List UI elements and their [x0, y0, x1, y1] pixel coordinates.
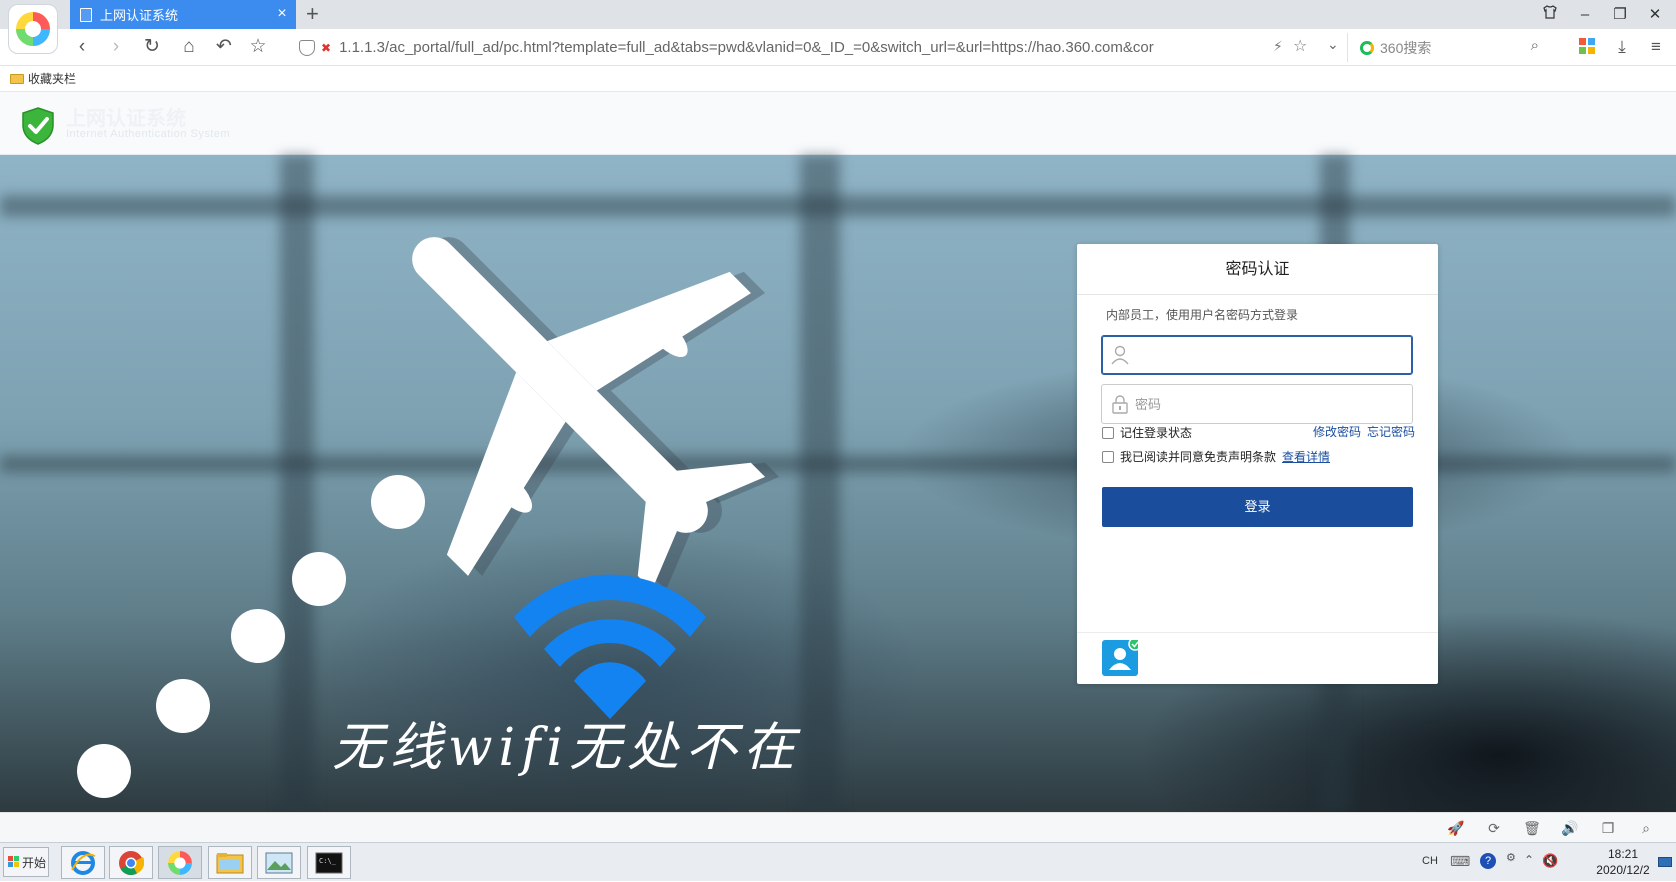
image-viewer-taskbar-icon[interactable]	[257, 846, 301, 879]
taskbar: 开始 C:\_ CH ⌨ ? ⚙ ⌃ 🔇 18:21 2020/12/2	[0, 842, 1676, 881]
remember-label: 记住登录状态	[1120, 426, 1193, 440]
dot-2	[292, 552, 346, 606]
show-desktop-icon[interactable]	[1658, 857, 1672, 867]
chrome-taskbar-icon[interactable]	[109, 846, 153, 879]
svg-text:C:\_: C:\_	[319, 857, 337, 865]
start-label: 开始	[22, 855, 47, 870]
start-button[interactable]: 开始	[3, 847, 49, 877]
cmd-taskbar-icon[interactable]: C:\_	[307, 846, 351, 879]
card-description: 内部员工，使用用户名密码方式登录	[1106, 308, 1299, 322]
refresh-icon[interactable]: ↻	[140, 35, 164, 59]
forward-icon[interactable]: ›	[104, 35, 128, 59]
forgot-password-link[interactable]: 忘记密码	[1367, 423, 1415, 440]
clock-date: 2020/12/2	[1596, 863, 1650, 877]
accelerate-icon[interactable]: ⟳	[1485, 819, 1503, 837]
dot-4	[156, 679, 210, 733]
tab-title: 上网认证系统	[100, 8, 179, 23]
tab-auth-system[interactable]: 上网认证系统 ×	[70, 0, 296, 29]
new-tab-icon[interactable]: +	[306, 2, 319, 26]
lightning-icon[interactable]: ⚡	[1273, 38, 1283, 55]
360-search-icon	[1360, 40, 1374, 55]
keyboard-icon[interactable]: ⌨	[1450, 853, 1470, 870]
trash-icon[interactable]: 🗑	[1523, 819, 1541, 837]
browser-logo-icon[interactable]	[8, 4, 58, 54]
apps-grid-icon[interactable]	[1578, 37, 1596, 55]
volume-icon[interactable]: 🔊	[1561, 819, 1579, 837]
tab-bar: 上网认证系统 × + – ❐ ✕	[0, 0, 1676, 54]
360-browser-taskbar-icon[interactable]	[158, 846, 202, 879]
clock[interactable]: 18:21 2020/12/2	[1580, 846, 1666, 878]
remember-checkbox[interactable]	[1102, 426, 1114, 439]
username-field[interactable]	[1101, 335, 1413, 375]
card-divider	[1077, 632, 1438, 633]
zoom-search-icon[interactable]: ⌕	[1637, 819, 1655, 837]
agree-checkbox[interactable]	[1102, 450, 1114, 463]
agree-label: 我已阅读并同意免责声明条款	[1120, 450, 1277, 464]
lock-icon	[1111, 394, 1129, 414]
username-input[interactable]	[1135, 337, 1412, 373]
security-shield-icon[interactable]	[299, 39, 315, 56]
file-explorer-taskbar-icon[interactable]	[208, 846, 252, 879]
shield-logo-icon	[20, 106, 56, 149]
navigation-bar: ‹ › ↻ ⌂ ↶ ☆ ✖ 1.1.1.3/ac_portal/full_ad/…	[0, 29, 1676, 66]
site-subtitle: Internet Authentication System	[66, 128, 231, 140]
dropdown-chevron-icon[interactable]: ⌄	[1327, 36, 1339, 53]
page-icon	[80, 7, 92, 22]
password-field[interactable]	[1101, 384, 1413, 424]
undo-close-icon[interactable]: ↶	[212, 35, 236, 59]
login-button[interactable]: 登录	[1102, 487, 1413, 527]
user-verified-icon[interactable]	[1102, 637, 1142, 676]
clock-time: 18:21	[1607, 847, 1639, 861]
network-settings-icon[interactable]: ⚙	[1506, 851, 1516, 864]
search-box[interactable]: 360搜索 ⌕	[1347, 33, 1547, 62]
rocket-icon[interactable]: 🚀	[1447, 819, 1465, 837]
shirt-skin-icon[interactable]	[1538, 4, 1562, 26]
password-input[interactable]	[1135, 386, 1412, 422]
bookmark-star-icon[interactable]: ☆	[246, 35, 270, 59]
search-icon[interactable]: ⌕	[1531, 37, 1539, 54]
site-title: 上网认证系统	[66, 108, 186, 130]
ie-taskbar-icon[interactable]	[61, 846, 105, 879]
close-window-icon[interactable]: ✕	[1643, 4, 1667, 26]
change-password-link[interactable]: 修改密码	[1313, 423, 1361, 440]
remember-row: 记住登录状态	[1102, 424, 1192, 441]
download-icon[interactable]: ⤓	[1610, 35, 1634, 59]
dot-3	[231, 609, 285, 663]
site-header: 上网认证系统 Internet Authentication System	[0, 92, 1676, 155]
bookmark-folder[interactable]: 收藏夹栏	[28, 70, 76, 87]
wifi-icon	[514, 574, 706, 719]
login-panel: 密码认证 内部员工，使用用户名密码方式登录 记住登录状态 修改密码 忘记密码 我…	[1077, 244, 1438, 684]
menu-icon[interactable]: ≡	[1644, 35, 1668, 59]
back-icon[interactable]: ‹	[70, 35, 94, 59]
search-placeholder: 360搜索	[1380, 39, 1432, 56]
insecure-icon[interactable]: ✖	[321, 41, 331, 55]
dot-5	[77, 744, 131, 798]
hero-slogan: 无线wifi无处不在	[332, 718, 802, 778]
address-url[interactable]: 1.1.1.3/ac_portal/full_ad/pc.html?templa…	[339, 39, 1259, 56]
windows-icon	[8, 856, 19, 867]
show-hidden-icons[interactable]: ⌃	[1524, 853, 1534, 867]
card-title: 密码认证	[1077, 244, 1438, 295]
minimize-icon[interactable]: –	[1573, 4, 1597, 26]
bookmark-bar: 收藏夹栏	[0, 66, 1676, 92]
user-icon	[1111, 345, 1129, 365]
browser-status-bar: 🚀 ⟳ 🗑 🔊 ❐ ⌕	[0, 812, 1676, 842]
ime-indicator[interactable]: CH	[1422, 855, 1438, 867]
favorite-star-icon[interactable]: ☆	[1293, 36, 1307, 56]
restore-icon[interactable]: ❐	[1608, 4, 1632, 26]
view-details-link[interactable]: 查看详情	[1282, 448, 1330, 465]
help-icon[interactable]: ?	[1480, 853, 1496, 869]
agree-row: 我已阅读并同意免责声明条款 查看详情	[1102, 448, 1330, 465]
home-icon[interactable]: ⌂	[177, 35, 201, 59]
address-bar[interactable]: ✖ 1.1.1.3/ac_portal/full_ad/pc.html?temp…	[285, 33, 1345, 62]
window-icon[interactable]: ❐	[1599, 819, 1617, 837]
folder-icon	[10, 73, 24, 84]
close-tab-icon[interactable]: ×	[274, 6, 290, 22]
volume-muted-icon[interactable]: 🔇	[1542, 853, 1558, 869]
dot-1	[371, 475, 425, 529]
